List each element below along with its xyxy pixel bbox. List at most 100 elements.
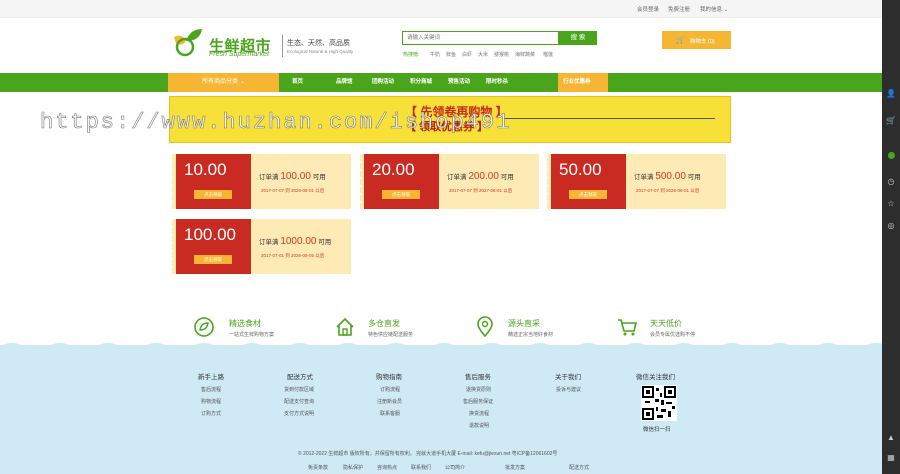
- cart-icon: [618, 319, 638, 336]
- register-link[interactable]: 免费注册: [668, 5, 690, 13]
- claim-coupon-button[interactable]: 点击领取: [194, 190, 232, 199]
- location-pin-icon: [477, 316, 493, 338]
- footer-link[interactable]: 联系客服: [380, 410, 400, 417]
- coupon-validity: 2017-07-07 到 2027-08-01 以后: [449, 188, 513, 193]
- hot-word[interactable]: 榴莲: [543, 51, 553, 58]
- footer-col-title: 新手上路: [198, 374, 224, 381]
- qrcode-small-icon[interactable]: ▦: [885, 452, 897, 464]
- footer-link[interactable]: 售后服务保证: [463, 398, 493, 405]
- nav-item-flashsale[interactable]: 限时秒杀: [486, 73, 508, 92]
- hot-word[interactable]: 猕猴桃: [494, 51, 509, 58]
- footer-link[interactable]: 投诉与建议: [556, 386, 581, 393]
- bottom-link[interactable]: 公司简介: [445, 464, 465, 471]
- search-button[interactable]: 搜 索: [559, 31, 597, 45]
- hot-search-label: 热搜榜:: [403, 52, 420, 58]
- feature-title: 源头直采: [508, 319, 540, 328]
- bottom-link[interactable]: 配送方式: [569, 464, 589, 471]
- login-link[interactable]: 会员登录: [637, 5, 659, 13]
- hot-word[interactable]: 鲜鱼: [446, 51, 456, 58]
- search-input[interactable]: [403, 32, 561, 44]
- cart-icon: 🛒: [676, 37, 685, 44]
- top-bar: 会员登录 免费注册 我的信息 ⌄: [0, 0, 882, 18]
- footer-link[interactable]: 售后流程: [201, 386, 221, 393]
- copyright: © 2012-2022 生鲜超市 版权所有，并保留所有权利。 完就大道手机大厦 …: [298, 451, 558, 457]
- nav-item-points[interactable]: 积分商城: [410, 73, 432, 92]
- feature-desc: 特色供应链配送服务: [368, 332, 414, 338]
- coupon-amount: 50.00: [559, 160, 602, 179]
- right-toolbar: [882, 0, 900, 474]
- all-categories-label: 所有商品分类: [202, 79, 239, 85]
- coupon-card: 50.00 点击领取 订单满 500.00 可用 2017-07-07 到 20…: [547, 154, 726, 209]
- search-box: [402, 31, 561, 45]
- footer-link[interactable]: 换货流程: [469, 410, 489, 417]
- coupon-amount: 20.00: [372, 160, 415, 179]
- bottom-link[interactable]: 联系我们: [411, 464, 431, 471]
- footer-link[interactable]: 退款说明: [469, 422, 489, 429]
- history-icon[interactable]: ◷: [885, 176, 897, 188]
- coupon-validity: 2017-07-07 到 2026-08-01 以后: [636, 188, 700, 193]
- coupon-condition: 订单满 500.00 可用: [634, 171, 701, 182]
- footer-col-title: 关于我们: [555, 374, 581, 381]
- coupon-validity: 2017-07-01 到 2026-08-05 以后: [261, 253, 325, 258]
- condition-suffix: 可用: [318, 239, 332, 246]
- coupon-condition: 订单满 200.00 可用: [447, 171, 514, 182]
- condition-prefix: 订单满: [634, 174, 654, 181]
- hot-word[interactable]: 海鲜蔬菜: [515, 51, 535, 58]
- feature-desc: 会员专属优选购不停: [650, 332, 696, 338]
- condition-amount: 1000.00: [280, 236, 317, 247]
- condition-amount: 500.00: [655, 171, 686, 182]
- chevron-down-icon: ⌄: [239, 79, 245, 85]
- main-nav: [0, 73, 882, 92]
- nav-item-presale[interactable]: 预售活动: [448, 73, 470, 92]
- bottom-link[interactable]: 咨询热点: [377, 464, 397, 471]
- footer-link[interactable]: 购物流程: [201, 398, 221, 405]
- bottom-link[interactable]: 免责条款: [308, 464, 328, 471]
- claim-coupon-button[interactable]: 点击领取: [382, 190, 420, 199]
- feature-title: 精选食材: [229, 319, 261, 328]
- cart-label: 购物车 (0): [690, 39, 715, 45]
- coupon-ticket: 50.00 点击领取: [547, 154, 630, 209]
- claim-coupon-button[interactable]: 点击领取: [569, 190, 607, 199]
- nav-item-home[interactable]: 首页: [292, 73, 303, 92]
- hot-word[interactable]: 牛奶: [430, 51, 440, 58]
- coupon-amount: 10.00: [184, 160, 227, 179]
- footer-link[interactable]: 订购流程: [380, 386, 400, 393]
- coupon-ticket: 10.00 点击领取: [172, 154, 255, 209]
- footer-link[interactable]: 订购方式: [201, 410, 221, 417]
- logo-subtext: Fresh Supermarket: [209, 51, 269, 58]
- user-icon[interactable]: 👤: [885, 88, 897, 100]
- bottom-link[interactable]: 批发方案: [505, 464, 525, 471]
- star-icon[interactable]: ☆: [885, 198, 897, 210]
- coupon-amount: 100.00: [184, 225, 236, 244]
- footer-link[interactable]: 退换货原则: [466, 386, 491, 393]
- all-categories-button[interactable]: 所有商品分类 ⌄: [168, 73, 279, 92]
- coupon-condition: 订单满 100.00 可用: [259, 171, 326, 182]
- logo-icon[interactable]: [172, 27, 206, 57]
- footer-col-title: 售后服务: [465, 374, 491, 381]
- footer-link[interactable]: 货到付款区域: [284, 386, 314, 393]
- bottom-link[interactable]: 隐私保护: [343, 464, 363, 471]
- condition-prefix: 订单满: [447, 174, 467, 181]
- cart-icon[interactable]: 🛒: [885, 115, 897, 127]
- hot-word[interactable]: 白虾: [462, 51, 472, 58]
- divider: [282, 35, 283, 57]
- top-icon[interactable]: ▲: [885, 432, 897, 444]
- nav-item-brands[interactable]: 品牌馆: [336, 73, 353, 92]
- footer-link[interactable]: 注册新会员: [377, 398, 402, 405]
- nav-item-coupons[interactable]: 行业优惠券: [563, 73, 591, 92]
- leaf-icon: [194, 317, 214, 337]
- banner-divider: [502, 118, 715, 119]
- my-info-link[interactable]: 我的信息 ⌄: [700, 5, 728, 13]
- nav-item-groupbuy[interactable]: 团购活动: [372, 73, 394, 92]
- footer-link[interactable]: 配送支付查询: [284, 398, 314, 405]
- footer-link[interactable]: 支付方式说明: [284, 410, 314, 417]
- qr-caption: 微信扫一扫: [643, 427, 671, 433]
- coupon-ticket: 100.00 点击领取: [172, 219, 255, 274]
- claim-coupon-button[interactable]: 点击领取: [194, 255, 232, 264]
- coupon-icon[interactable]: ◎: [885, 220, 897, 232]
- hot-word[interactable]: 大米: [478, 51, 488, 58]
- feature-desc: 一站式生鲜购物方案: [229, 332, 275, 338]
- condition-suffix: 可用: [687, 174, 701, 181]
- cart-button[interactable]: 🛒 购物车 (0): [662, 31, 731, 49]
- coupon-card: 100.00 点击领取 订单满 1000.00 可用 2017-07-01 到 …: [172, 219, 351, 274]
